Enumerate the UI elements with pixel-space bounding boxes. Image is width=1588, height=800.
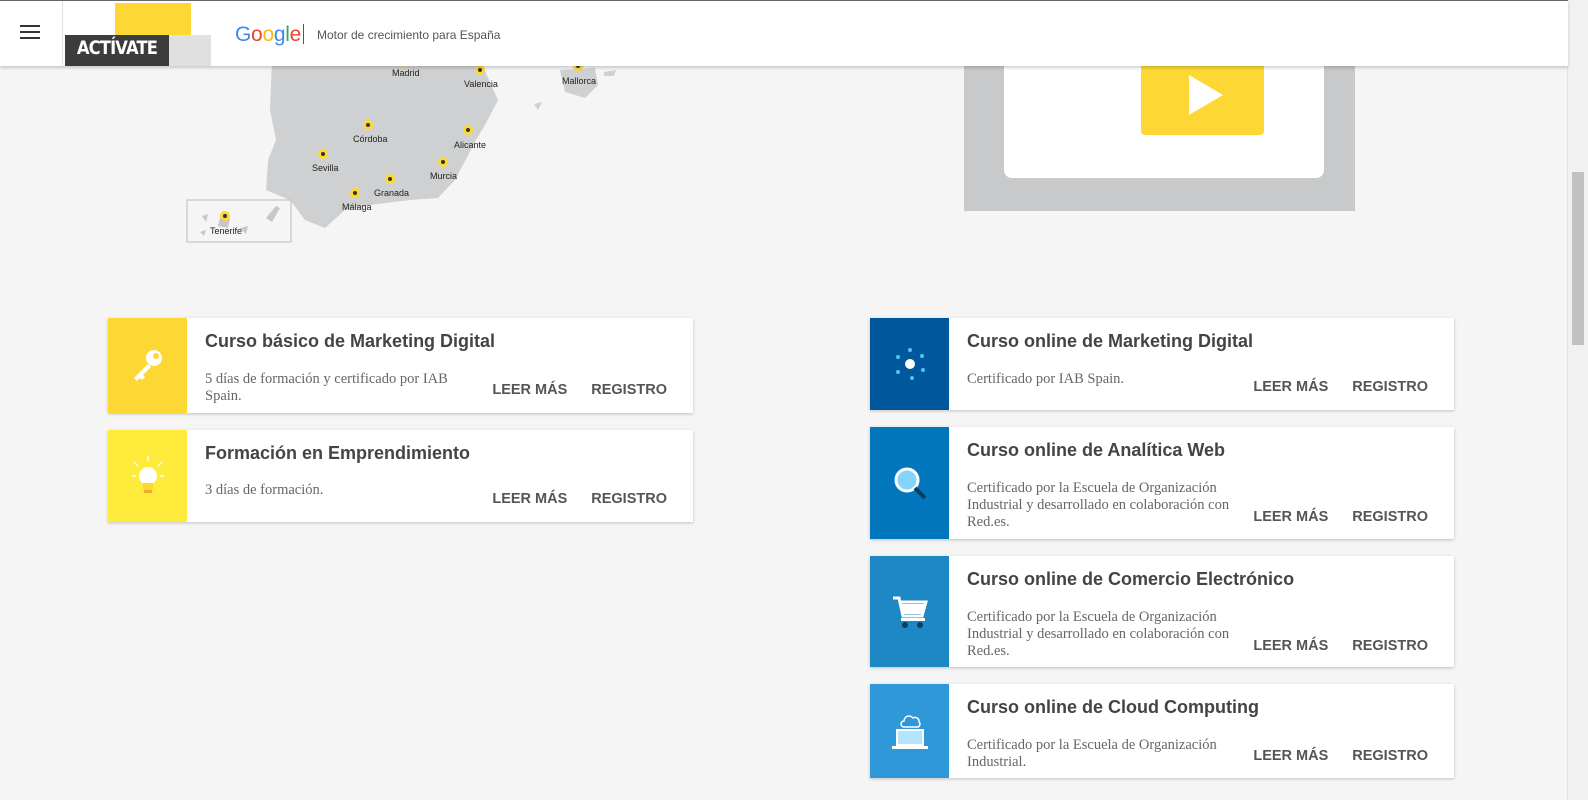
city-label-valencia: Valencia (464, 79, 498, 89)
city-label-malaga: Málaga (342, 202, 372, 212)
map-pin-valencia[interactable] (475, 65, 485, 75)
course-description: 3 días de formación. (205, 482, 324, 498)
course-actions: LEER MÁS REGISTRO (1229, 509, 1428, 525)
course-description: Certificado por la Escuela de Organizaci… (967, 480, 1230, 530)
map-pin-alicante[interactable] (463, 125, 473, 135)
scrollbar[interactable] (1567, 0, 1588, 800)
balearic-island-small-2 (604, 70, 616, 76)
register-link[interactable]: REGISTRO (1352, 379, 1428, 395)
map-pin-murcia[interactable] (438, 157, 448, 167)
logo-yellow-block (115, 3, 191, 39)
course-card: Formación en Emprendimiento 3 días de fo… (108, 430, 693, 522)
city-label-alicante: Alicante (454, 140, 486, 150)
course-card-icon-area (870, 684, 949, 778)
course-card-icon-area (870, 427, 949, 539)
course-actions: LEER MÁS REGISTRO (468, 491, 667, 507)
course-title: Curso online de Marketing Digital (967, 331, 1254, 351)
city-label-sevilla: Sevilla (312, 163, 339, 173)
map-pin-granada[interactable] (385, 174, 395, 184)
city-label-tenerife: Tenerife (210, 226, 242, 236)
lightbulb-icon (131, 456, 164, 493)
spain-map: Madrid Valencia Mallorca Córdoba Alicant… (186, 57, 616, 243)
read-more-link[interactable]: LEER MÁS (1253, 748, 1328, 764)
map-pin-sevilla[interactable] (318, 149, 328, 159)
register-link[interactable]: REGISTRO (1352, 509, 1428, 525)
course-card: Curso online de Analítica Web Certificad… (870, 427, 1454, 539)
course-actions: LEER MÁS REGISTRO (1229, 379, 1428, 395)
course-actions: LEER MÁS REGISTRO (468, 382, 667, 398)
course-card: Curso básico de Marketing Digital 5 días… (108, 318, 693, 413)
scrollbar-thumb[interactable] (1572, 172, 1584, 345)
course-description: Certificado por la Escuela de Organizaci… (967, 609, 1230, 659)
course-description: 5 días de formación y certificado por IA… (205, 371, 448, 404)
course-card: Curso online de Cloud Computing Certific… (870, 684, 1454, 778)
course-card: Curso online de Comercio Electrónico Cer… (870, 556, 1454, 667)
header-divider (303, 24, 304, 44)
course-card-body: Curso online de Analítica Web Certificad… (949, 427, 1454, 539)
read-more-link[interactable]: LEER MÁS (1253, 509, 1328, 525)
play-button[interactable] (1141, 55, 1264, 135)
course-card: Curso online de Marketing Digital Certif… (870, 318, 1454, 410)
key-icon (133, 349, 162, 381)
course-actions: LEER MÁS REGISTRO (1229, 638, 1428, 654)
read-more-link[interactable]: LEER MÁS (1253, 379, 1328, 395)
city-label-madrid: Madrid (392, 68, 420, 78)
course-title: Formación en Emprendimiento (205, 443, 471, 463)
course-actions: LEER MÁS REGISTRO (1229, 748, 1428, 764)
course-card-icon-area (870, 556, 949, 667)
course-title: Curso online de Cloud Computing (967, 697, 1259, 717)
header-tagline: Motor de crecimiento para España (317, 28, 501, 42)
register-link[interactable]: REGISTRO (1352, 638, 1428, 654)
course-card-body: Curso online de Comercio Electrónico Cer… (949, 556, 1454, 667)
course-card-body: Formación en Emprendimiento 3 días de fo… (187, 430, 693, 522)
course-card-body: Curso online de Marketing Digital Certif… (949, 318, 1454, 410)
map-pin-cordoba[interactable] (363, 120, 373, 130)
google-logo[interactable]: Google (235, 23, 301, 47)
register-link[interactable]: REGISTRO (591, 382, 667, 398)
network-dots-icon (895, 348, 925, 380)
hamburger-menu-icon[interactable] (20, 25, 40, 41)
read-more-link[interactable]: LEER MÁS (1253, 638, 1328, 654)
course-title: Curso online de Analítica Web (967, 440, 1226, 460)
city-label-granada: Granada (374, 188, 409, 198)
city-label-murcia: Murcia (430, 171, 457, 181)
map-pin-tenerife[interactable] (220, 211, 230, 221)
read-more-link[interactable]: LEER MÁS (492, 491, 567, 507)
activate-logo[interactable]: ACTÍVATE (62, 1, 213, 66)
course-card-body: Curso online de Cloud Computing Certific… (949, 684, 1454, 778)
play-icon (1189, 75, 1223, 115)
course-card-icon-area (108, 318, 187, 413)
logo-text: ACTÍVATE (76, 37, 158, 59)
logo-grey-block (169, 35, 211, 66)
balearic-island-small (534, 102, 542, 110)
course-card-icon-area (108, 430, 187, 522)
cloud-laptop-icon (891, 715, 928, 749)
city-label-cordoba: Córdoba (353, 134, 388, 144)
read-more-link[interactable]: LEER MÁS (492, 382, 567, 398)
course-title: Curso online de Comercio Electrónico (967, 569, 1295, 589)
course-description: Certificado por IAB Spain. (967, 371, 1125, 387)
top-header: ACTÍVATE Google Motor de crecimiento par… (0, 0, 1568, 66)
course-card-body: Curso básico de Marketing Digital 5 días… (187, 318, 693, 413)
register-link[interactable]: REGISTRO (591, 491, 667, 507)
course-card-icon-area (870, 318, 949, 410)
map-pin-malaga[interactable] (350, 188, 360, 198)
city-label-mallorca: Mallorca (562, 76, 596, 86)
course-title: Curso básico de Marketing Digital (205, 331, 496, 351)
register-link[interactable]: REGISTRO (1352, 748, 1428, 764)
magnifier-icon (894, 467, 926, 500)
course-description: Certificado por la Escuela de Organizaci… (967, 737, 1217, 770)
cart-icon (892, 596, 928, 628)
